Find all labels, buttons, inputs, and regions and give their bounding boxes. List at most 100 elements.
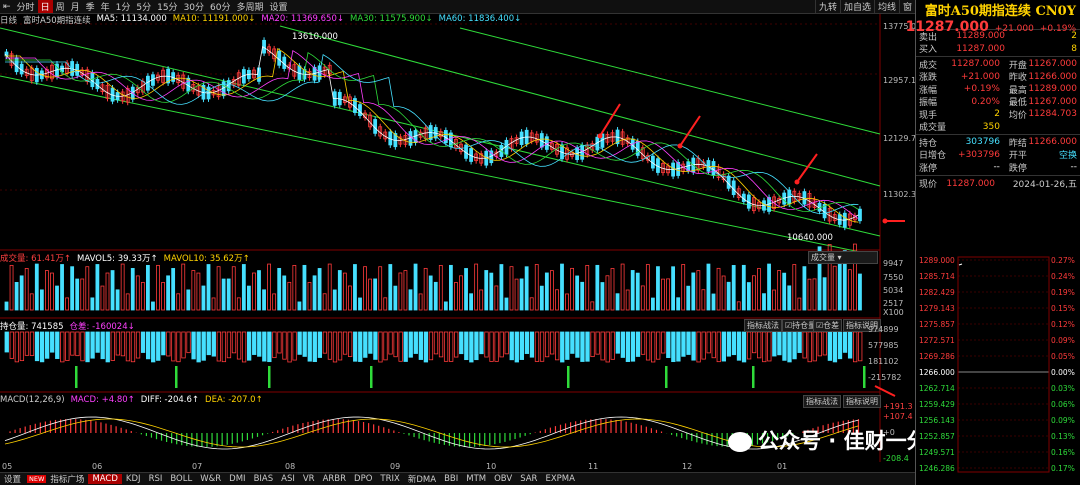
vol-axis-3: 5034 [883, 286, 904, 295]
volume-bar [666, 278, 670, 311]
period-tab[interactable]: 多周期 [233, 0, 266, 13]
quote-date: 2024-01-26,五 [1012, 180, 1077, 191]
period-tab[interactable]: 60分 [207, 0, 233, 13]
new-badge: NEW [27, 475, 47, 483]
indicator-tab[interactable]: 新DMA [404, 473, 440, 485]
indicator-tab[interactable]: ASI [277, 474, 299, 484]
toolbar-right-button[interactable]: 窗 [898, 0, 915, 13]
volume-bar [201, 285, 206, 311]
indicator-tab[interactable]: BBI [440, 474, 462, 484]
intraday-chart[interactable]: 1289.000 0.27% 1285.714 0.24% 1282.429 0.19% 1… [916, 255, 1080, 480]
indicator-tab[interactable]: DMI [225, 474, 249, 484]
volume-bar [19, 275, 24, 311]
volume-bar [555, 289, 559, 311]
oi-bar [772, 331, 777, 357]
indicator-tab[interactable]: ARBR [319, 474, 350, 484]
quote-value: +21.000 [960, 71, 1000, 82]
period-tab[interactable]: 30分 [181, 0, 207, 13]
volume-bar [282, 275, 287, 311]
oi-legend: 持仓量: 741585 仓差: -160024↓ [0, 320, 135, 332]
indicator-tab[interactable]: BIAS [250, 474, 278, 484]
intraday-pct-tick: 0.09% [1051, 336, 1075, 345]
volume-bar [70, 266, 75, 311]
period-tab[interactable]: 年 [98, 0, 113, 13]
volume-bar [645, 264, 650, 311]
oi-bar [140, 331, 146, 353]
period-tab[interactable]: 设置 [266, 0, 290, 13]
period-tab[interactable]: 15分 [154, 0, 180, 13]
oi-bar [686, 331, 691, 355]
volume-bar [782, 272, 787, 311]
volume-bar [575, 275, 580, 311]
oi-bar [9, 331, 14, 359]
period-tab[interactable]: 分时 [14, 0, 38, 13]
indicator-tab[interactable]: DPO [350, 474, 376, 484]
oi-bar [792, 331, 797, 360]
period-tab[interactable]: 1分 [113, 0, 134, 13]
volume-bar [130, 268, 135, 311]
volume-bar [474, 263, 479, 311]
oi-bar [443, 331, 449, 362]
oi-bar [651, 331, 656, 363]
period-tab[interactable]: 季 [83, 0, 98, 13]
oi-bar [615, 331, 620, 354]
oi-strategy-button[interactable]: 指标战法 [744, 319, 782, 332]
volume-bar [216, 266, 221, 311]
period-tab[interactable]: 5分 [133, 0, 154, 13]
back-icon[interactable]: ⇤ [0, 2, 14, 12]
arrow-head-icon [882, 218, 888, 224]
macd-help-button[interactable]: 指标说明 [843, 395, 881, 408]
volume-bar [676, 297, 681, 311]
indicator-tab[interactable]: OBV [490, 474, 516, 484]
intraday-price-tick: 1269.286 [919, 352, 955, 361]
period-tab[interactable]: 月 [68, 0, 83, 13]
indicator-tab[interactable]: BOLL [166, 474, 196, 484]
quote-value2: 11267.000 [1028, 59, 1077, 70]
oi-change-toggle-button[interactable]: ☑仓差 [813, 319, 843, 332]
quote-value2: 11289.000 [1028, 84, 1077, 95]
period-tab[interactable]: 日 [37, 0, 53, 13]
volume-bar [509, 266, 514, 311]
indicator-tab[interactable]: TRIX [376, 474, 403, 484]
arrow-head-icon [794, 179, 800, 185]
intraday-price-tick: 1285.714 [919, 272, 955, 281]
oi-change-bar [863, 366, 866, 388]
indicator-tab[interactable]: EXPMA [541, 474, 578, 484]
volume-bar [358, 297, 362, 311]
indicator-tab[interactable]: MACD [88, 474, 122, 484]
volume-bar [166, 275, 171, 311]
toolbar-right-button[interactable]: 加自选 [839, 0, 874, 13]
low-annotation: 10640.000 [787, 233, 833, 243]
oi-bar [858, 331, 863, 362]
oi-bar [312, 331, 317, 362]
volume-bar [691, 272, 696, 311]
volume-bar [519, 278, 524, 311]
oi-bar [206, 331, 211, 356]
indicator-tab[interactable]: KDJ [122, 474, 145, 484]
toolbar-right: 九转 加自选 均线窗 [814, 0, 915, 13]
oi-bar [413, 331, 418, 354]
indicator-tab[interactable]: RSI [145, 474, 167, 484]
indicator-tab[interactable]: SAR [516, 474, 541, 484]
oi-bar [605, 331, 610, 363]
volume-selector[interactable]: 成交量 ▾ [808, 251, 878, 264]
toolbar-right-button[interactable]: 九转 [814, 0, 840, 13]
indicator-tab[interactable]: 设置 [0, 473, 25, 485]
volume-bar [171, 268, 176, 311]
oi-change-label: 仓差: -160024↓ [69, 322, 135, 332]
indicator-tab[interactable]: 指标广场 [46, 473, 88, 485]
volume-bar [125, 293, 130, 311]
toolbar-right-button[interactable]: 均线 [873, 0, 899, 13]
volume-bar [600, 282, 605, 311]
volume-bar [550, 270, 554, 311]
oi-bar [221, 331, 227, 363]
indicator-tab[interactable]: MTM [462, 474, 490, 484]
period-tab[interactable]: 周 [53, 0, 68, 13]
macd-strategy-button[interactable]: 指标战法 [803, 395, 841, 408]
volume-bar [736, 301, 741, 311]
intraday-pct-tick: 0.12% [1051, 320, 1075, 329]
oi-bar [317, 331, 323, 358]
indicator-tab[interactable]: VR [299, 474, 319, 484]
indicator-tab[interactable]: W&R [196, 474, 225, 484]
oi-bar [676, 331, 681, 362]
